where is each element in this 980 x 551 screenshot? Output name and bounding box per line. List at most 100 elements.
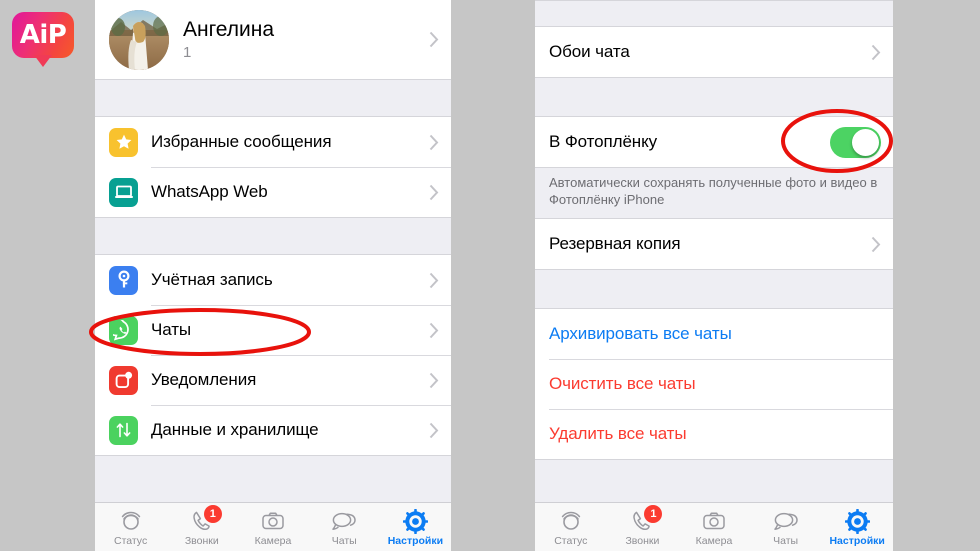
action-row-label: Очистить все чаты — [549, 374, 696, 394]
chevron-right-icon — [429, 31, 439, 48]
settings-row-data-storage[interactable]: Данные и хранилище — [95, 405, 451, 455]
wallpaper-group: Обои чата — [535, 26, 893, 78]
toggle-knob — [852, 128, 879, 156]
tab-label: Настройки — [829, 535, 885, 547]
action-row-delete-all-chats[interactable]: Удалить все чаты — [535, 409, 893, 460]
tab-label: Звонки — [184, 535, 219, 547]
aip-watermark-logo: AiP — [12, 12, 74, 67]
tab-chats[interactable]: Чаты — [750, 503, 822, 551]
settings-row-chats[interactable]: Чаты — [95, 305, 451, 355]
section-gap-top — [535, 0, 893, 26]
tab-camera[interactable]: Камера — [237, 503, 308, 551]
chevron-right-icon — [429, 272, 439, 289]
settings-row-label: В Фотоплёнку — [549, 132, 658, 151]
action-row-clear-all-chats[interactable]: Очистить все чаты — [535, 359, 893, 410]
logo-text: AiP — [19, 20, 67, 50]
chevron-right-icon — [871, 44, 881, 61]
chevron-right-icon — [429, 422, 439, 439]
settings-row-label: Резервная копия — [549, 234, 681, 254]
left-tab-bar: Статус 1 Звонки Камера Чаты Настройки — [95, 502, 451, 551]
left-settings-scroll[interactable]: Ангелина 1 Избранные сообщения WhatsApp … — [95, 0, 451, 502]
settings-row-label: Данные и хранилище — [151, 420, 319, 439]
camera-icon — [702, 509, 726, 533]
tab-label: Настройки — [387, 535, 444, 547]
action-row-label: Архивировать все чаты — [549, 324, 732, 344]
tab-settings[interactable]: Настройки — [380, 503, 451, 551]
settings-row-label: Чаты — [151, 320, 192, 339]
settings-group-two: Учётная запись Чаты Уведомления Данные и… — [95, 254, 451, 456]
gear-icon — [844, 508, 870, 534]
whatsapp-chat-icon — [109, 315, 138, 345]
right-tab-bar: Статус 1 Звонки Камера Чаты Настройки — [535, 502, 893, 551]
settings-row-label: WhatsApp Web — [151, 182, 268, 201]
status-rings-icon — [119, 509, 143, 533]
chat-bubbles-icon — [331, 509, 357, 533]
camera-roll-group: В Фотоплёнку — [535, 116, 893, 168]
arrows-updown-icon — [109, 415, 138, 445]
tab-label: Статус — [554, 535, 588, 547]
tab-label: Звонки — [625, 535, 660, 547]
profile-name: Ангелина — [183, 17, 275, 41]
chevron-right-icon — [429, 184, 439, 201]
tab-chats[interactable]: Чаты — [309, 503, 380, 551]
logo-bubble: AiP — [12, 12, 74, 58]
logo-bubble-tail — [34, 55, 52, 67]
backup-group: Резервная копия — [535, 219, 893, 271]
settings-row-chat-wallpaper[interactable]: Обои чата — [535, 27, 893, 77]
settings-row-backup[interactable]: Резервная копия — [535, 219, 893, 270]
tab-settings[interactable]: Настройки — [821, 503, 893, 551]
calls-badge: 1 — [644, 505, 663, 523]
settings-row-label: Избранные сообщения — [151, 132, 332, 151]
tab-calls[interactable]: 1 Звонки — [166, 503, 237, 551]
calls-badge: 1 — [203, 505, 222, 523]
profile-row[interactable]: Ангелина 1 — [95, 0, 451, 80]
settings-row-label: Обои чата — [549, 42, 630, 61]
tab-label: Чаты — [773, 535, 799, 547]
chat-bubbles-icon — [773, 509, 799, 533]
section-gap-5 — [535, 270, 893, 309]
chevron-right-icon — [429, 322, 439, 339]
chevron-right-icon — [871, 236, 881, 253]
section-gap-1 — [95, 80, 451, 116]
right-phone-screen: Обои чата В Фотоплёнку Автоматически сох… — [535, 0, 893, 551]
settings-row-label: Уведомления — [151, 370, 257, 389]
tab-label: Статус — [114, 535, 148, 547]
section-gap-4 — [535, 78, 893, 116]
notification-icon — [109, 365, 138, 395]
camera-roll-footnote: Автоматически сохранять полученные фото … — [535, 168, 893, 220]
chat-actions-group: Архивировать все чаты Очистить все чаты … — [535, 308, 893, 461]
right-settings-scroll[interactable]: Обои чата В Фотоплёнку Автоматически сох… — [535, 0, 893, 502]
laptop-icon — [109, 177, 138, 207]
tab-status[interactable]: Статус — [535, 503, 607, 551]
section-gap-3 — [95, 456, 451, 496]
avatar — [109, 9, 169, 70]
chevron-right-icon — [429, 134, 439, 151]
left-phone-screen: Ангелина 1 Избранные сообщения WhatsApp … — [95, 0, 451, 551]
chevron-right-icon — [429, 372, 439, 389]
camera-icon — [261, 509, 285, 533]
status-rings-icon — [559, 509, 583, 533]
tab-label: Чаты — [331, 535, 357, 547]
settings-row-notifications[interactable]: Уведомления — [95, 355, 451, 405]
tab-label: Камера — [695, 535, 733, 547]
settings-row-label: Учётная запись — [151, 270, 273, 289]
section-gap-6 — [535, 460, 893, 481]
settings-row-starred-messages[interactable]: Избранные сообщения — [95, 117, 451, 167]
settings-row-whatsapp-web[interactable]: WhatsApp Web — [95, 167, 451, 217]
gear-icon — [402, 508, 428, 534]
section-gap-2 — [95, 218, 451, 254]
tab-label: Камера — [254, 535, 292, 547]
toggle-switch-icon[interactable] — [830, 126, 881, 158]
action-row-label: Удалить все чаты — [549, 424, 687, 444]
action-row-archive-all-chats[interactable]: Архивировать все чаты — [535, 309, 893, 360]
profile-status: 1 — [183, 44, 192, 62]
tab-camera[interactable]: Камера — [678, 503, 750, 551]
settings-group-one: Избранные сообщения WhatsApp Web — [95, 116, 451, 218]
key-icon — [109, 265, 138, 295]
tab-status[interactable]: Статус — [95, 503, 166, 551]
profile-text: Ангелина 1 — [183, 18, 429, 61]
star-icon — [109, 127, 138, 157]
settings-row-save-to-camera-roll[interactable]: В Фотоплёнку — [535, 117, 893, 167]
settings-row-account[interactable]: Учётная запись — [95, 255, 451, 305]
tab-calls[interactable]: 1 Звонки — [607, 503, 679, 551]
